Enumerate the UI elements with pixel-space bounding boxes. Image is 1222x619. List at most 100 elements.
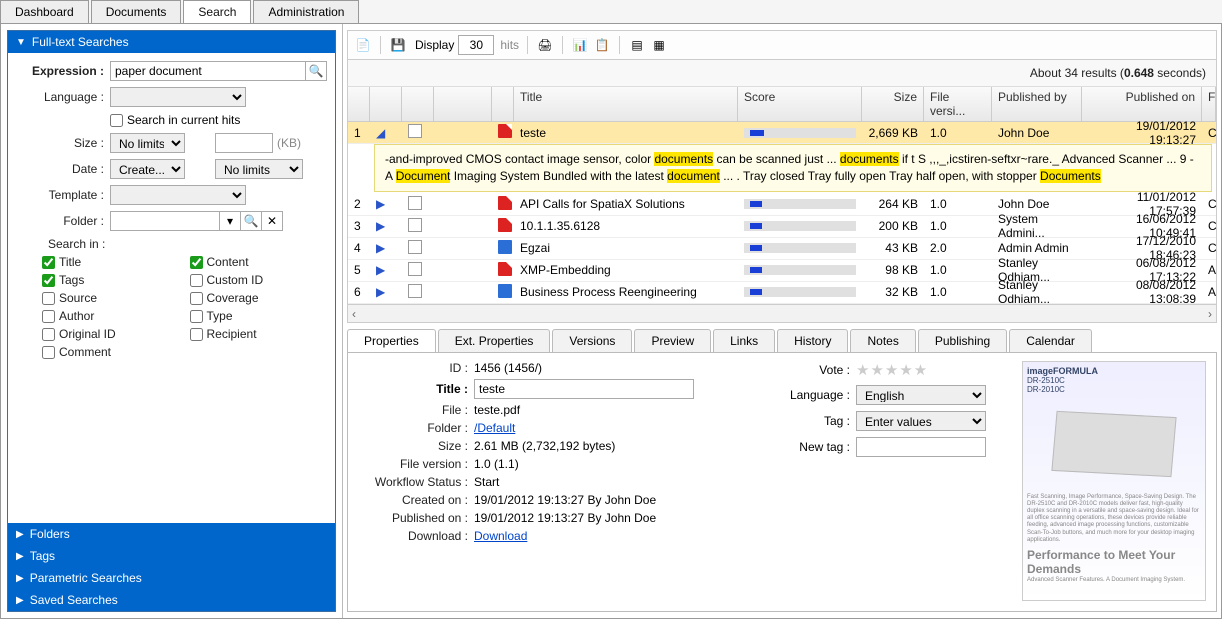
list-icon[interactable]: 📄: [354, 36, 372, 54]
expression-label: Expression :: [16, 64, 104, 78]
tab-documents[interactable]: Documents: [91, 0, 182, 23]
pdf-icon: [498, 262, 512, 276]
tab-links[interactable]: Links: [713, 329, 775, 352]
tab-versions[interactable]: Versions: [552, 329, 632, 352]
chk-originalid[interactable]: [42, 328, 55, 341]
chevron-down-icon: ▼: [16, 37, 26, 48]
pagination-bar: ‹ ›: [348, 304, 1216, 322]
search-icon: 🔍: [309, 64, 324, 78]
chk-author[interactable]: [42, 310, 55, 323]
document-preview: imageFORMULA DR-2510C DR-2010C Fast Scan…: [1022, 361, 1206, 601]
search-button[interactable]: 🔍: [305, 61, 327, 81]
pdf-icon: [498, 218, 512, 232]
expand-icon[interactable]: ▶: [376, 285, 385, 299]
acc-parametric[interactable]: ▶Parametric Searches: [8, 567, 335, 589]
date-limit-select[interactable]: No limits: [215, 159, 303, 179]
view-list-icon[interactable]: ▤: [628, 36, 646, 54]
template-select[interactable]: [110, 185, 246, 205]
page-icon[interactable]: [408, 124, 422, 138]
chevron-right-icon: ▶: [16, 529, 24, 540]
tab-administration[interactable]: Administration: [253, 0, 359, 23]
prop-title-input[interactable]: [474, 379, 694, 399]
search-current-checkbox[interactable]: [110, 114, 123, 127]
search-in-label: Search in :: [48, 237, 327, 251]
folder-label: Folder :: [16, 214, 104, 228]
tab-properties[interactable]: Properties: [347, 329, 436, 352]
chk-coverage[interactable]: [190, 292, 203, 305]
export-csv-icon[interactable]: 📋: [593, 36, 611, 54]
prop-download-link[interactable]: Download: [474, 529, 527, 543]
chk-type[interactable]: [190, 310, 203, 323]
pdf-icon: [498, 124, 512, 138]
tab-search[interactable]: Search: [183, 0, 251, 23]
chk-source[interactable]: [42, 292, 55, 305]
chk-title[interactable]: [42, 256, 55, 269]
results-toolbar: 📄 💾 Display hits 🖨 📊 📋 ▤ ▦: [347, 30, 1217, 60]
size-select[interactable]: No limits: [110, 133, 185, 153]
expand-icon[interactable]: ◢: [376, 126, 385, 140]
tab-notes[interactable]: Notes: [850, 329, 915, 352]
page-icon[interactable]: [408, 218, 422, 232]
export-icon[interactable]: 📊: [571, 36, 589, 54]
prop-tag-select[interactable]: Enter values: [856, 411, 986, 431]
tab-publishing[interactable]: Publishing: [918, 329, 1007, 352]
folder-input[interactable]: [110, 211, 220, 231]
chk-recipient[interactable]: [190, 328, 203, 341]
view-grid-icon[interactable]: ▦: [650, 36, 668, 54]
chk-content[interactable]: [190, 256, 203, 269]
folder-dropdown-button[interactable]: ▾: [219, 211, 241, 231]
language-select[interactable]: [110, 87, 246, 107]
chk-customid[interactable]: [190, 274, 203, 287]
date-type-select[interactable]: Create...: [110, 159, 185, 179]
expand-icon[interactable]: ▶: [376, 263, 385, 277]
tab-calendar[interactable]: Calendar: [1009, 329, 1092, 352]
display-count-input[interactable]: [458, 35, 494, 55]
folder-clear-button[interactable]: ✕: [261, 211, 283, 231]
acc-tags[interactable]: ▶Tags: [8, 545, 335, 567]
prop-workflow: Start: [474, 475, 499, 489]
acc-fulltext[interactable]: ▼Full-text Searches: [8, 31, 335, 53]
table-row[interactable]: 6▶Business Process Reengineering32 KB1.0…: [348, 282, 1216, 304]
expression-input[interactable]: [110, 61, 306, 81]
main-tabs: Dashboard Documents Search Administratio…: [0, 0, 1222, 24]
prop-id: 1456 (1456/): [474, 361, 542, 375]
properties-form: ID :1456 (1456/) Title : File :teste.pdf…: [358, 361, 758, 603]
doc-icon: [498, 284, 512, 298]
prop-size: 2.61 MB (2,732,192 bytes): [474, 439, 615, 453]
chk-tags[interactable]: [42, 274, 55, 287]
acc-saved[interactable]: ▶Saved Searches: [8, 589, 335, 611]
chk-comment[interactable]: [42, 346, 55, 359]
result-snippet: -and-improved CMOS contact image sensor,…: [374, 144, 1212, 192]
print-icon[interactable]: 🖨: [536, 36, 554, 54]
page-icon[interactable]: [408, 262, 422, 276]
prop-file: teste.pdf: [474, 403, 520, 417]
folder-browse-button[interactable]: 🔍: [240, 211, 262, 231]
page-prev-icon[interactable]: ‹: [352, 307, 356, 321]
table-row[interactable]: 1◢teste2,669 KB1.0John Doe19/01/2012 19:…: [348, 122, 1216, 144]
size-input[interactable]: [215, 133, 273, 153]
tab-preview[interactable]: Preview: [634, 329, 711, 352]
tab-extproperties[interactable]: Ext. Properties: [438, 329, 551, 352]
page-next-icon[interactable]: ›: [1208, 307, 1212, 321]
date-label: Date :: [16, 162, 104, 176]
language-label: Language :: [16, 90, 104, 104]
size-label: Size :: [16, 136, 104, 150]
page-icon[interactable]: [408, 196, 422, 210]
vote-stars[interactable]: ★★★★★: [856, 361, 928, 379]
page-icon[interactable]: [408, 284, 422, 298]
expand-icon[interactable]: ▶: [376, 241, 385, 255]
prop-newtag-input[interactable]: [856, 437, 986, 457]
acc-folders[interactable]: ▶Folders: [8, 523, 335, 545]
page-icon[interactable]: [408, 240, 422, 254]
expand-icon[interactable]: ▶: [376, 197, 385, 211]
expand-icon[interactable]: ▶: [376, 219, 385, 233]
doc-icon: [498, 240, 512, 254]
prop-folder-link[interactable]: /Default: [474, 421, 515, 435]
tab-dashboard[interactable]: Dashboard: [0, 0, 89, 23]
results-info: About 34 results (0.648 seconds): [347, 60, 1217, 87]
prop-language-select[interactable]: English: [856, 385, 986, 405]
chevron-right-icon: ▶: [16, 573, 24, 584]
sidebar: ▼Full-text Searches Expression : 🔍 Langu…: [1, 24, 343, 618]
tab-history[interactable]: History: [777, 329, 848, 352]
save-icon[interactable]: 💾: [389, 36, 407, 54]
